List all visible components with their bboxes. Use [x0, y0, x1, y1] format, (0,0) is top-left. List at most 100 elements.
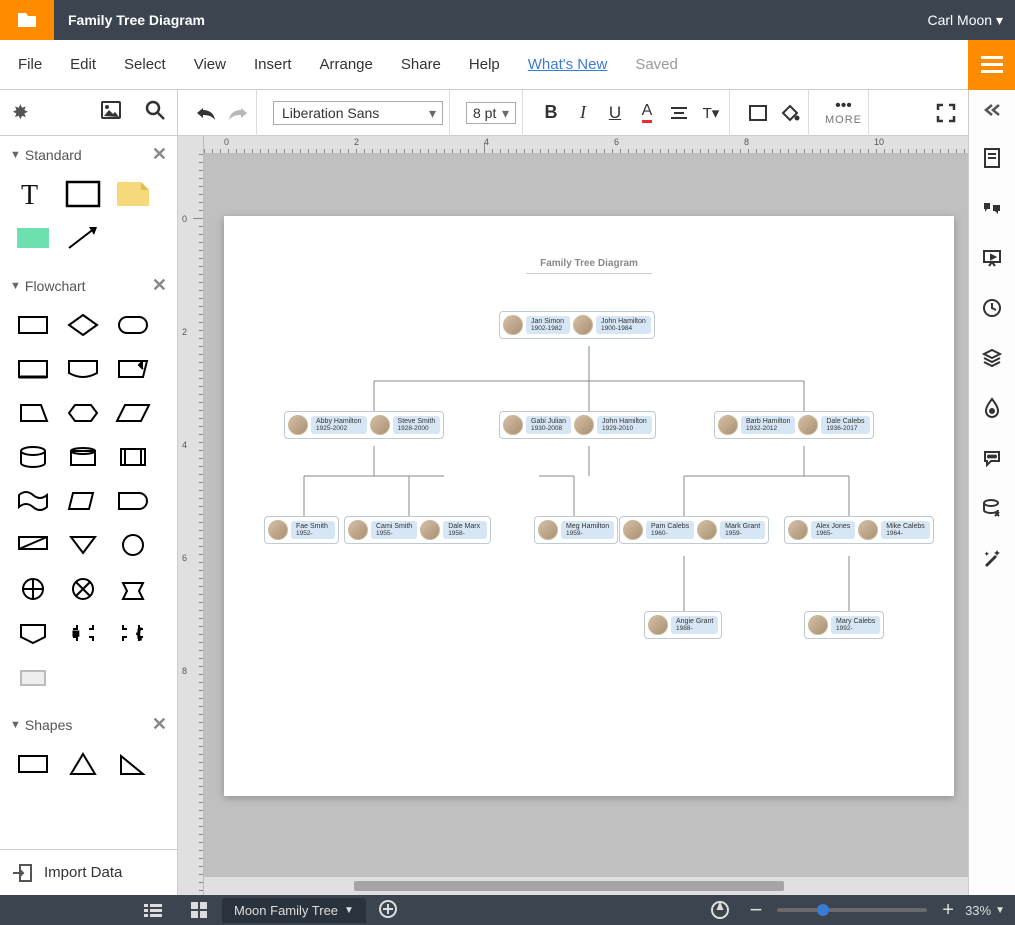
close-panel-icon[interactable]: ✕	[152, 275, 167, 296]
shape-rtriangle[interactable]	[112, 747, 154, 781]
more-button[interactable]: •••	[832, 99, 856, 113]
menu-share[interactable]: Share	[401, 56, 441, 73]
flowchart-shape[interactable]	[12, 308, 54, 342]
redo-button[interactable]	[226, 101, 250, 125]
hamburger-button[interactable]	[968, 40, 1015, 90]
ink-icon[interactable]	[980, 396, 1004, 420]
person-card[interactable]: Fae Smith1952-	[264, 516, 339, 544]
flowchart-shape[interactable]	[12, 616, 54, 650]
flowchart-shape[interactable]	[62, 440, 104, 474]
shape-rect[interactable]	[12, 747, 54, 781]
flowchart-shape[interactable]	[112, 528, 154, 562]
zoom-slider[interactable]	[777, 908, 927, 912]
menu-insert[interactable]: Insert	[254, 56, 292, 73]
flowchart-shape[interactable]	[62, 572, 104, 606]
collapse-panel-icon[interactable]	[980, 98, 1004, 122]
person-card[interactable]: Meg Hamilton1959-	[534, 516, 618, 544]
app-logo[interactable]	[0, 0, 54, 40]
flowchart-shape[interactable]	[62, 528, 104, 562]
align-button[interactable]	[667, 101, 691, 125]
zoom-out-button[interactable]: −	[743, 895, 769, 925]
underline-button[interactable]: U	[603, 101, 627, 125]
diagram-page[interactable]: Family Tree Diagram	[224, 216, 954, 796]
font-size-select[interactable]: 8 pt	[466, 102, 516, 124]
person-card[interactable]: Gabi Julian1930-2008John Hamilton1929-20…	[499, 411, 656, 439]
person-card[interactable]: Angie Grant1988-	[644, 611, 722, 639]
person-card[interactable]: Alex Jones1965-Mike Calebs1964-	[784, 516, 934, 544]
italic-button[interactable]: I	[571, 101, 595, 125]
settings-icon[interactable]: ✸	[12, 100, 29, 125]
person-card[interactable]: Pam Calebs1960-Mark Grant1959-	[619, 516, 769, 544]
menu-file[interactable]: File	[18, 56, 42, 73]
outline-view-icon[interactable]	[130, 895, 176, 925]
flowchart-shape[interactable]: ≡	[62, 616, 104, 650]
user-menu[interactable]: Carl Moon ▾	[928, 12, 1004, 29]
flowchart-shape[interactable]	[112, 484, 154, 518]
flowchart-shape[interactable]: {	[112, 616, 154, 650]
horizontal-scrollbar[interactable]	[204, 877, 968, 895]
flowchart-shape[interactable]	[112, 572, 154, 606]
shape-style-button[interactable]	[746, 101, 770, 125]
flowchart-shape[interactable]	[112, 396, 154, 430]
search-icon[interactable]	[145, 100, 165, 126]
flowchart-shape[interactable]	[112, 308, 154, 342]
menu-view[interactable]: View	[194, 56, 226, 73]
shape-hotspot[interactable]	[12, 221, 54, 255]
shape-triangle-up[interactable]	[62, 747, 104, 781]
grid-view-icon[interactable]	[176, 895, 222, 925]
menu-edit[interactable]: Edit	[70, 56, 96, 73]
flowchart-shape[interactable]	[62, 484, 104, 518]
flowchart-shape[interactable]	[12, 484, 54, 518]
feedback-icon[interactable]	[697, 895, 743, 925]
image-icon[interactable]	[101, 101, 121, 125]
data-linking-icon[interactable]	[980, 496, 1004, 520]
zoom-level[interactable]: 33%	[965, 903, 991, 918]
menu-help[interactable]: Help	[469, 56, 500, 73]
close-panel-icon[interactable]: ✕	[152, 144, 167, 165]
flowchart-shape[interactable]	[112, 352, 154, 386]
shape-text[interactable]: T	[12, 177, 54, 211]
panel-shapes-header[interactable]: ▼Shapes ✕	[0, 706, 177, 743]
flowchart-shape[interactable]	[112, 440, 154, 474]
flowchart-shape[interactable]	[12, 440, 54, 474]
person-card[interactable]: Abby Hamilton1925-2002Steve Smith1928-20…	[284, 411, 444, 439]
flowchart-shape[interactable]	[62, 308, 104, 342]
panel-standard-header[interactable]: ▼Standard ✕	[0, 136, 177, 173]
menu-select[interactable]: Select	[124, 56, 166, 73]
shape-note[interactable]	[112, 177, 154, 211]
flowchart-shape[interactable]	[12, 396, 54, 430]
shape-block[interactable]	[62, 177, 104, 211]
history-icon[interactable]	[980, 296, 1004, 320]
page-settings-icon[interactable]	[980, 146, 1004, 170]
font-family-select[interactable]: Liberation Sans	[273, 101, 443, 125]
present-icon[interactable]	[980, 246, 1004, 270]
person-card[interactable]: Jan Simon1902-1982John Hamilton1900-1984	[499, 311, 655, 339]
comments-icon[interactable]	[980, 196, 1004, 220]
add-page-button[interactable]	[378, 899, 398, 922]
flowchart-shape[interactable]	[62, 396, 104, 430]
text-color-button[interactable]: A	[635, 101, 659, 125]
person-card[interactable]: Mary Calebs1992-	[804, 611, 884, 639]
flowchart-shape[interactable]	[12, 352, 54, 386]
person-card[interactable]: Barb Hamilton1932-2012Dale Calebs1936-20…	[714, 411, 874, 439]
flowchart-shape[interactable]	[12, 528, 54, 562]
shape-line[interactable]	[62, 221, 104, 255]
flowchart-shape[interactable]	[12, 572, 54, 606]
menu-whats-new[interactable]: What's New	[528, 56, 608, 73]
chat-icon[interactable]	[980, 446, 1004, 470]
layers-icon[interactable]	[980, 346, 1004, 370]
text-options-button[interactable]: T▾	[699, 101, 723, 125]
menu-arrange[interactable]: Arrange	[320, 56, 373, 73]
panel-flowchart-header[interactable]: ▼Flowchart ✕	[0, 267, 177, 304]
magic-icon[interactable]	[980, 546, 1004, 570]
import-data-button[interactable]: Import Data	[0, 849, 177, 895]
bold-button[interactable]: B	[539, 101, 563, 125]
fill-button[interactable]	[778, 101, 802, 125]
close-panel-icon[interactable]: ✕	[152, 714, 167, 735]
zoom-in-button[interactable]: +	[935, 895, 961, 925]
undo-button[interactable]	[194, 101, 218, 125]
person-card[interactable]: Cami Smith1955-Dale Marx1958-	[344, 516, 491, 544]
flowchart-shape[interactable]	[12, 660, 54, 694]
page-tab[interactable]: Moon Family Tree▼	[222, 898, 366, 923]
fullscreen-button[interactable]	[934, 101, 958, 125]
